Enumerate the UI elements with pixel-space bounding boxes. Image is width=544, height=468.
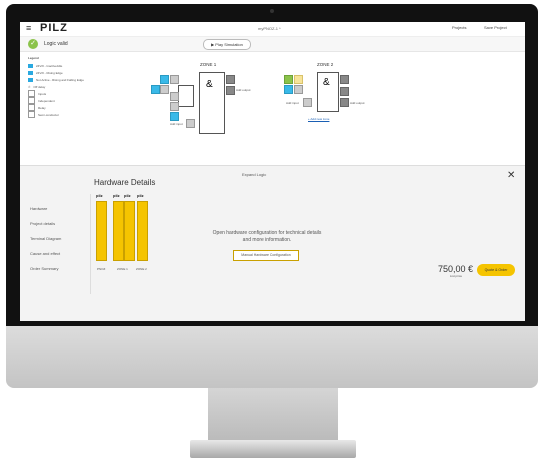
- legend-title: Legend: [28, 56, 39, 60]
- save-project-button[interactable]: Save Project: [484, 25, 507, 30]
- input-block[interactable]: [170, 92, 179, 101]
- input-block[interactable]: [170, 102, 179, 111]
- sidebar-item-cause-effect[interactable]: Cause and effect: [30, 251, 90, 256]
- monitor-base: [190, 440, 356, 458]
- status-bar: ✓ Logic valid ▶ Play Simulation: [20, 37, 525, 52]
- sidebar-item-hardware[interactable]: Hardware: [30, 206, 90, 211]
- pnoz-device[interactable]: [113, 201, 124, 261]
- legend-item: Not Active - Rising and Falling Edge: [28, 76, 88, 83]
- input-block[interactable]: [151, 85, 160, 94]
- check-icon: ✓: [28, 39, 38, 49]
- device-brand: pilz: [137, 193, 144, 198]
- add-input-block[interactable]: [186, 119, 195, 128]
- legend-swatch: [28, 111, 35, 118]
- legend-item: Relay: [28, 104, 88, 111]
- device-label: PNOZ: [97, 267, 106, 271]
- zone-2-and-block[interactable]: &: [317, 72, 339, 112]
- legend-item: 24V/0 - Rising Edge: [28, 69, 88, 76]
- app-logo: PILZ: [40, 22, 68, 34]
- legend-item: Semi-conductor: [28, 111, 88, 118]
- zone-1-add-input[interactable]: Add input: [170, 122, 183, 126]
- hardware-panel: Expand Logic ✕ Hardware Details Hardware…: [20, 165, 525, 321]
- quote-order-button[interactable]: Quote & Order: [477, 264, 515, 276]
- input-block[interactable]: [294, 85, 303, 94]
- monitor-stand: [208, 388, 338, 446]
- pnoz-device[interactable]: [137, 201, 148, 261]
- zone-1-and-block[interactable]: &: [199, 72, 225, 134]
- divider: [90, 194, 91, 294]
- simulation-label: Play Simulation: [215, 42, 243, 47]
- price: 750,00 €: [438, 264, 474, 274]
- zone-1-title: ZONE 1: [200, 62, 217, 67]
- zone-2-title: ZONE 2: [317, 62, 334, 67]
- monitor-chin: [6, 326, 538, 388]
- close-icon[interactable]: ✕: [507, 170, 515, 181]
- device-brand: pilz: [113, 193, 120, 198]
- hardware-details-title: Hardware Details: [94, 178, 156, 187]
- legend: Legend 24V/0 - Inactive/idle 24V/0 - Ris…: [28, 56, 88, 118]
- open-hardware-text: Open hardware configuration for technica…: [212, 230, 322, 243]
- legend-swatch: [28, 97, 35, 104]
- legend-item: Independent: [28, 97, 88, 104]
- output-block[interactable]: [226, 86, 235, 95]
- add-new-zone-link[interactable]: + Add new zone: [308, 117, 329, 121]
- project-title: myPNOZ-1 *: [258, 26, 281, 31]
- logic-valid-label: Logic valid: [44, 41, 68, 47]
- legend-swatch: [28, 70, 33, 75]
- legend-swatch: [28, 77, 33, 82]
- zone-2-add-input[interactable]: Add input: [286, 101, 299, 105]
- input-block[interactable]: [170, 112, 179, 121]
- output-block[interactable]: [340, 75, 349, 84]
- app-header: ≡ PILZ myPNOZ-1 * Projects Save Project: [20, 22, 525, 37]
- legend-swatch: [28, 90, 35, 97]
- and-symbol: &: [323, 77, 330, 88]
- legend-item: ⏱ Off delay: [28, 84, 46, 89]
- sidebar-item-project-details[interactable]: Project details: [30, 221, 90, 226]
- device-label: ZONE 2: [136, 267, 147, 271]
- price-label: List price: [450, 274, 463, 278]
- clock-icon: ⏱: [28, 84, 31, 89]
- input-block[interactable]: [160, 75, 169, 84]
- legend-swatch: [28, 104, 35, 111]
- input-block[interactable]: [284, 75, 293, 84]
- zone-1-add-output[interactable]: Add output: [236, 88, 251, 92]
- sidebar-item-terminal-diagram[interactable]: Terminal Diagram: [30, 236, 90, 241]
- screen: ≡ PILZ myPNOZ-1 * Projects Save Project …: [20, 22, 525, 321]
- input-block[interactable]: [170, 75, 179, 84]
- projects-button[interactable]: Projects: [452, 25, 466, 30]
- zone-2-add-output[interactable]: Add output: [350, 101, 365, 105]
- play-simulation-button[interactable]: ▶ Play Simulation: [203, 39, 251, 50]
- legend-item: Inputs: [28, 90, 88, 97]
- output-block[interactable]: [340, 98, 349, 107]
- device-brand: pilz: [124, 193, 131, 198]
- output-block[interactable]: [340, 87, 349, 96]
- output-block[interactable]: [226, 75, 235, 84]
- expand-logic-button[interactable]: Expand Logic: [242, 172, 266, 177]
- pnoz-device[interactable]: [124, 201, 135, 261]
- and-symbol: &: [206, 79, 213, 90]
- sidebar-item-order-summary[interactable]: Order Summary: [30, 266, 90, 271]
- input-block[interactable]: [160, 85, 169, 94]
- legend-swatch: [28, 63, 33, 68]
- camera-dot: [270, 9, 274, 13]
- manual-hardware-config-button[interactable]: Manual Hardware Configuration: [233, 250, 299, 261]
- legend-item: 24V/0 - Inactive/idle: [28, 62, 88, 69]
- input-block[interactable]: [303, 98, 312, 107]
- pnoz-device[interactable]: [96, 201, 107, 261]
- device-brand: pilz: [96, 193, 103, 198]
- device-label: ZONE 1: [117, 267, 128, 271]
- input-block[interactable]: [294, 75, 303, 84]
- hamburger-icon[interactable]: ≡: [26, 23, 31, 33]
- zone-1-sub-block[interactable]: [178, 85, 194, 107]
- input-block[interactable]: [284, 85, 293, 94]
